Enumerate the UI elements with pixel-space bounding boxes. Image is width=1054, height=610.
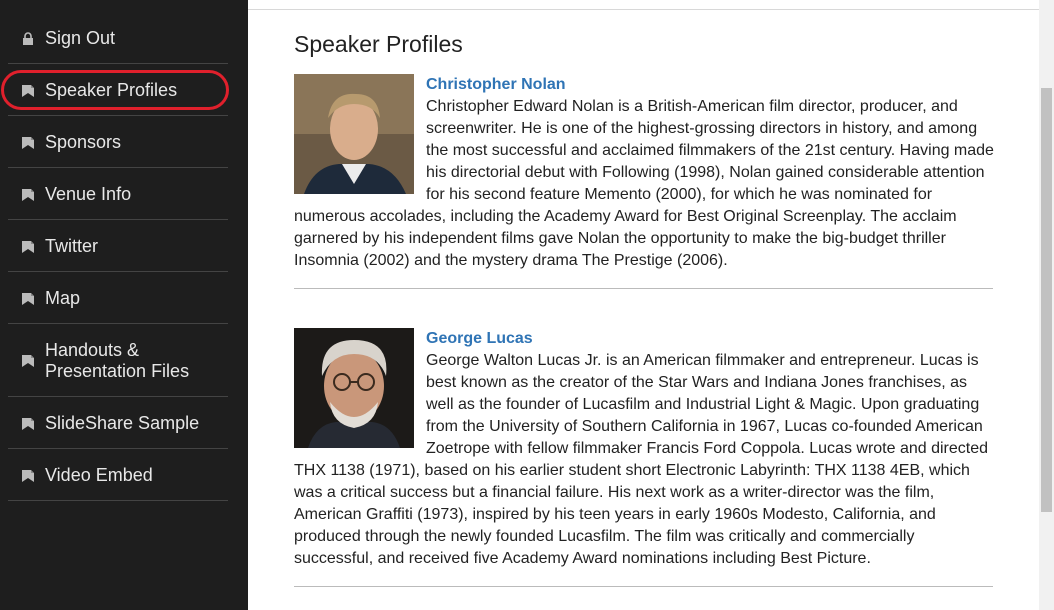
nav-venue-info[interactable]: Venue Info: [0, 184, 228, 205]
nav-label: Sponsors: [45, 132, 122, 152]
bookmark-icon: [22, 189, 34, 201]
nav-label-line2: Presentation Files: [45, 361, 190, 381]
nav-label: Sign Out: [45, 28, 116, 48]
nav-handouts[interactable]: Handouts & Presentation Files: [0, 340, 228, 382]
nav-sign-out[interactable]: Sign Out: [0, 28, 228, 49]
main-content: Speaker Profiles Christopher Nolan Chris…: [248, 0, 1039, 610]
page-title: Speaker Profiles: [294, 31, 463, 57]
nav-divider: [8, 63, 228, 64]
nav-divider: [8, 167, 228, 168]
lock-icon: [23, 32, 33, 45]
nav-divider: [8, 448, 228, 449]
bookmark-icon: [22, 293, 34, 305]
nav-map[interactable]: Map: [0, 288, 228, 309]
selection-highlight-circle: [1, 70, 229, 110]
speaker-photo: [294, 328, 414, 448]
bookmark-icon: [22, 241, 34, 253]
nav-divider: [8, 396, 228, 397]
scrollbar-thumb[interactable]: [1041, 88, 1052, 512]
nav-twitter[interactable]: Twitter: [0, 236, 228, 257]
top-divider: [248, 9, 1039, 10]
nav-label: Map: [45, 288, 81, 308]
nav-slideshare-sample[interactable]: SlideShare Sample: [0, 413, 228, 434]
nav-divider: [8, 115, 228, 116]
nav-video-embed[interactable]: Video Embed: [0, 465, 228, 486]
nav-divider: [8, 500, 228, 501]
bookmark-icon: [22, 355, 34, 367]
nav-label: Handouts &: [45, 340, 140, 360]
speaker-profile: Christopher Nolan Christopher Edward Nol…: [294, 74, 994, 272]
nav-label: Video Embed: [45, 465, 153, 485]
bookmark-icon: [22, 137, 34, 149]
bookmark-icon: [22, 418, 34, 430]
nav-divider: [8, 271, 228, 272]
vertical-scrollbar[interactable]: [1039, 0, 1054, 610]
nav-label: SlideShare Sample: [45, 413, 200, 433]
sidebar-nav: Sign Out Speaker Profiles Sponsors Venue…: [0, 0, 248, 610]
speaker-photo: [294, 74, 414, 194]
nav-label: Venue Info: [45, 184, 132, 204]
nav-sponsors[interactable]: Sponsors: [0, 132, 228, 153]
nav-label: Twitter: [45, 236, 99, 256]
bookmark-icon: [22, 470, 34, 482]
profile-separator: [294, 586, 993, 587]
nav-divider: [8, 323, 228, 324]
profile-separator: [294, 288, 993, 289]
speaker-profile: George Lucas George Walton Lucas Jr. is …: [294, 328, 994, 570]
nav-divider: [8, 219, 228, 220]
